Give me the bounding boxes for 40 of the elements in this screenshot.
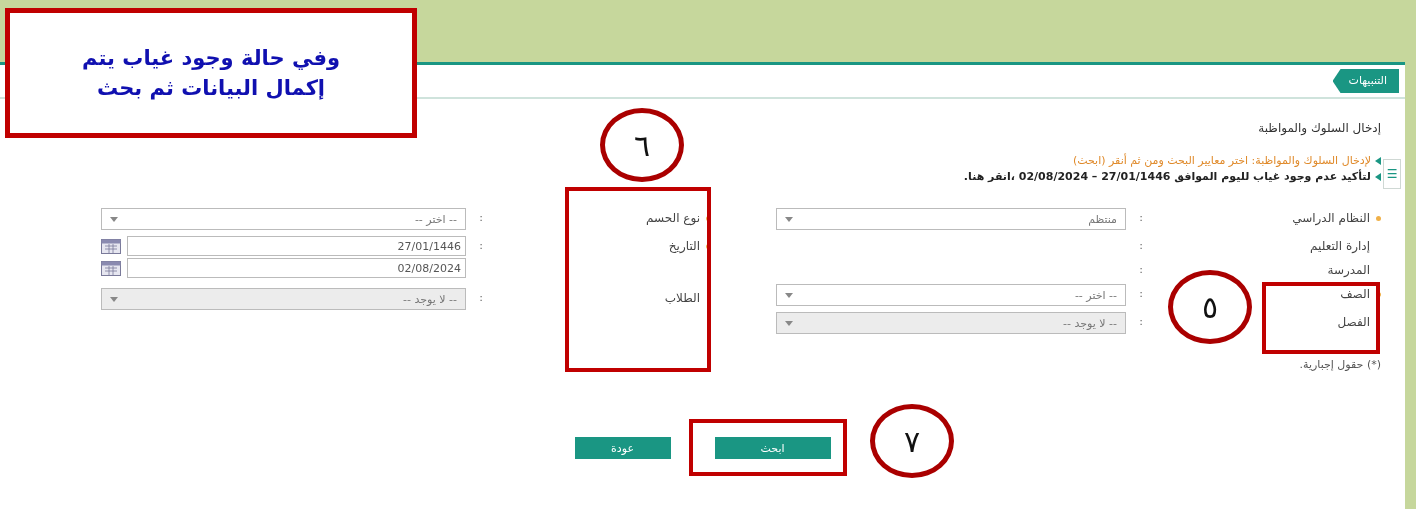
- colon-separator: :: [1138, 238, 1144, 254]
- field-label: الطلاب: [664, 291, 700, 305]
- date-input-field[interactable]: 27/01/1446: [127, 236, 466, 256]
- field-label: إدارة التعليم: [1310, 239, 1370, 253]
- field-label: الصف: [1340, 287, 1370, 301]
- callout-text: وفي حالة وجود غياب يتم: [82, 46, 340, 70]
- field-label: المدرسة: [1327, 263, 1370, 277]
- field-label: التاريخ: [668, 239, 700, 253]
- dropdown-field[interactable]: -- اختر --: [101, 208, 466, 230]
- dropdown-field[interactable]: منتظم: [776, 208, 1126, 230]
- field-label: النظام الدراسي: [1292, 211, 1370, 225]
- colon-separator: :: [478, 238, 484, 254]
- colon-separator: :: [478, 210, 484, 226]
- dropdown-caret-icon: [110, 296, 118, 302]
- bullet-icon: [1375, 157, 1381, 165]
- back-button[interactable]: عودة: [574, 437, 671, 459]
- dropdown-field[interactable]: -- اختر --: [776, 284, 1126, 306]
- field-label: نوع الحسم: [646, 211, 700, 225]
- colon-separator: :: [1138, 262, 1144, 278]
- field-label: الفصل: [1337, 315, 1370, 329]
- dropdown-caret-icon: [785, 292, 793, 298]
- colon-separator: :: [478, 290, 484, 306]
- instruction-text: لتأكيد عدم وجود غياب لليوم الموافق 27/01/1446 – 02/08/2024 ،انقر هنا.: [963, 169, 1371, 185]
- colon-separator: :: [1138, 286, 1144, 302]
- date-input-field[interactable]: 02/08/2024: [127, 258, 466, 278]
- page-title: إدخال السلوك والمواظبة: [1258, 121, 1381, 135]
- dropdown-caret-icon: [785, 216, 793, 222]
- instruction-text: لإدخال السلوك والمواظبة: اختر معايير البحث ومن ثم أنقر (ابحث): [1072, 153, 1371, 169]
- required-fields-note: (*) حقول إجبارية.: [1299, 358, 1381, 371]
- side-menu-toggle[interactable]: ☰: [1383, 159, 1401, 189]
- alerts-tab[interactable]: التنبيهات: [1332, 69, 1399, 93]
- dropdown-caret-icon: [785, 320, 793, 326]
- colon-separator: :: [1138, 314, 1144, 330]
- dropdown-caret-icon: [110, 216, 118, 222]
- calendar-icon[interactable]: [101, 238, 121, 254]
- colon-separator: :: [1138, 210, 1144, 226]
- search-button[interactable]: ابحث: [714, 437, 831, 459]
- calendar-icon[interactable]: [101, 260, 121, 276]
- callout-text: إكمال البيانات ثم بحث: [96, 76, 326, 100]
- bullet-icon: [1375, 173, 1381, 181]
